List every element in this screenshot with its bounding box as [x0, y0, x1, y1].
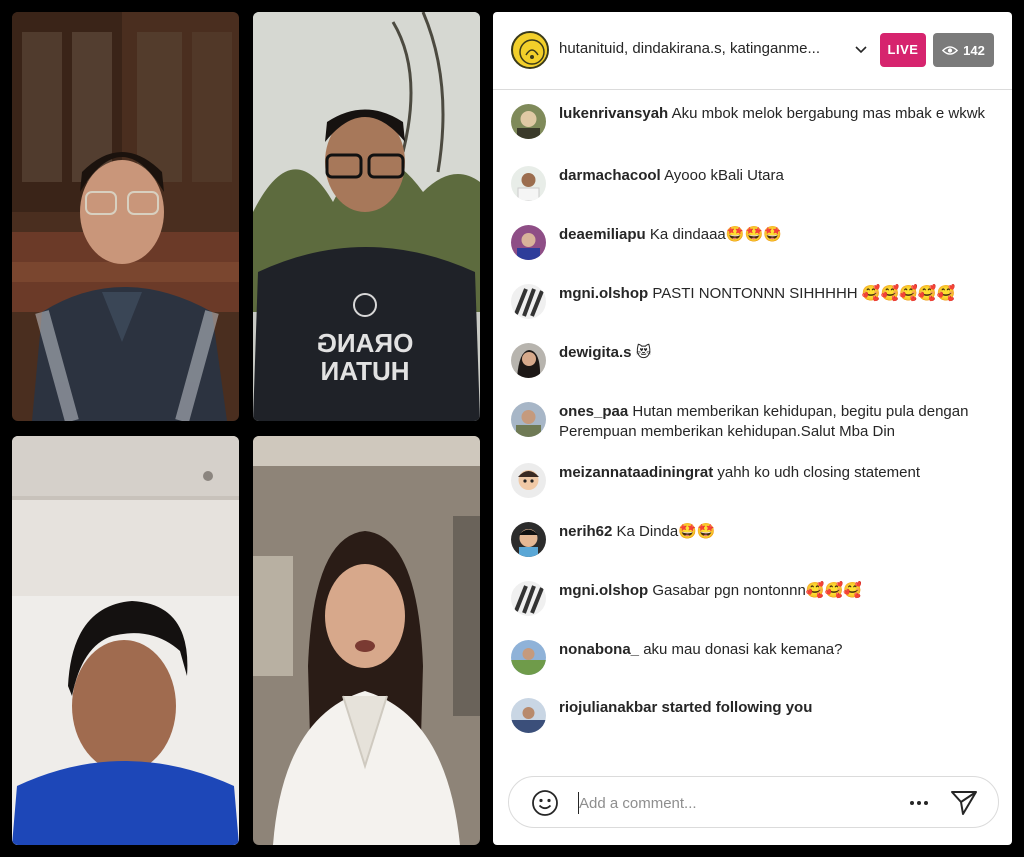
- svg-text:HUTAN: HUTAN: [320, 356, 409, 386]
- follow-notice-text: riojulianakbar started following you: [559, 699, 813, 716]
- comment-emoji: 😻: [635, 344, 652, 361]
- comment-username[interactable]: nonabona_: [559, 641, 639, 658]
- video-tile-top-right: ORANG HUTAN: [253, 12, 480, 421]
- avatar[interactable]: [511, 402, 546, 437]
- comment-emoji: 🥰🥰🥰🥰🥰: [861, 285, 956, 302]
- smile-icon[interactable]: [531, 789, 559, 817]
- avatar[interactable]: [511, 343, 546, 378]
- comment-text: aku mau donasi kak kemana?: [643, 641, 843, 658]
- comment-username[interactable]: darmachacool: [559, 167, 661, 184]
- comment-username[interactable]: mgni.olshop: [559, 285, 648, 302]
- send-icon[interactable]: [949, 787, 979, 817]
- avatar[interactable]: [511, 463, 546, 498]
- comment-text: PASTI NONTONNN SIHHHHH: [652, 285, 858, 302]
- comment-text: Ka Dinda: [616, 523, 679, 540]
- live-comments-panel: hutanituid, dindakirana.s, katinganme...…: [493, 12, 1012, 845]
- comment-username[interactable]: dewigita.s: [559, 344, 632, 361]
- video-tile-bottom-right: [253, 436, 480, 845]
- host-names[interactable]: hutanituid, dindakirana.s, katinganme...: [559, 40, 855, 57]
- comment-username[interactable]: ones_paa: [559, 403, 628, 420]
- viewer-count: 142: [963, 42, 985, 58]
- comment-username[interactable]: meizannataadiningrat: [559, 464, 713, 481]
- avatar[interactable]: [511, 166, 546, 201]
- comment-text: Ka dindaaa: [649, 226, 726, 243]
- more-icon[interactable]: [905, 789, 933, 817]
- comment-username[interactable]: deaemiliapu: [559, 226, 646, 243]
- avatar[interactable]: [511, 581, 546, 616]
- comment-emoji: 🤩🤩: [678, 523, 716, 540]
- avatar[interactable]: [511, 698, 546, 733]
- comment-username[interactable]: mgni.olshop: [559, 582, 648, 599]
- comment-input[interactable]: [579, 789, 879, 817]
- eye-icon: [942, 45, 959, 55]
- avatar[interactable]: [511, 640, 546, 675]
- avatar[interactable]: [511, 104, 546, 139]
- comment-username[interactable]: lukenrivansyah: [559, 105, 668, 122]
- comment-text: Gasabar pgn nontonnn: [652, 582, 806, 599]
- comment-box: [508, 776, 999, 828]
- host-avatar[interactable]: [511, 31, 549, 69]
- comment-text: Aku mbok melok bergabung mas mbak e wkwk: [671, 105, 986, 122]
- live-header: hutanituid, dindakirana.s, katinganme...…: [493, 12, 1012, 90]
- comment-username[interactable]: nerih62: [559, 523, 612, 540]
- avatar[interactable]: [511, 225, 546, 260]
- comment-emoji: 🤩🤩🤩: [725, 226, 782, 243]
- chevron-down-icon[interactable]: [853, 41, 869, 57]
- svg-text:ORANG: ORANG: [317, 328, 414, 358]
- comment-list: lukenrivansyah Aku mbok melok bergabung …: [493, 90, 1012, 760]
- video-tile-top-left: [12, 12, 239, 421]
- viewer-count-badge: 142: [933, 33, 994, 67]
- comment-text: yahh ko udh closing statement: [717, 464, 920, 481]
- comment-emoji: 🥰🥰🥰: [805, 582, 862, 599]
- video-tile-bottom-left: [12, 436, 239, 845]
- live-badge: LIVE: [880, 33, 926, 67]
- avatar[interactable]: [511, 522, 546, 557]
- comment-text: Ayooo kBali Utara: [664, 167, 784, 184]
- avatar[interactable]: [511, 284, 546, 319]
